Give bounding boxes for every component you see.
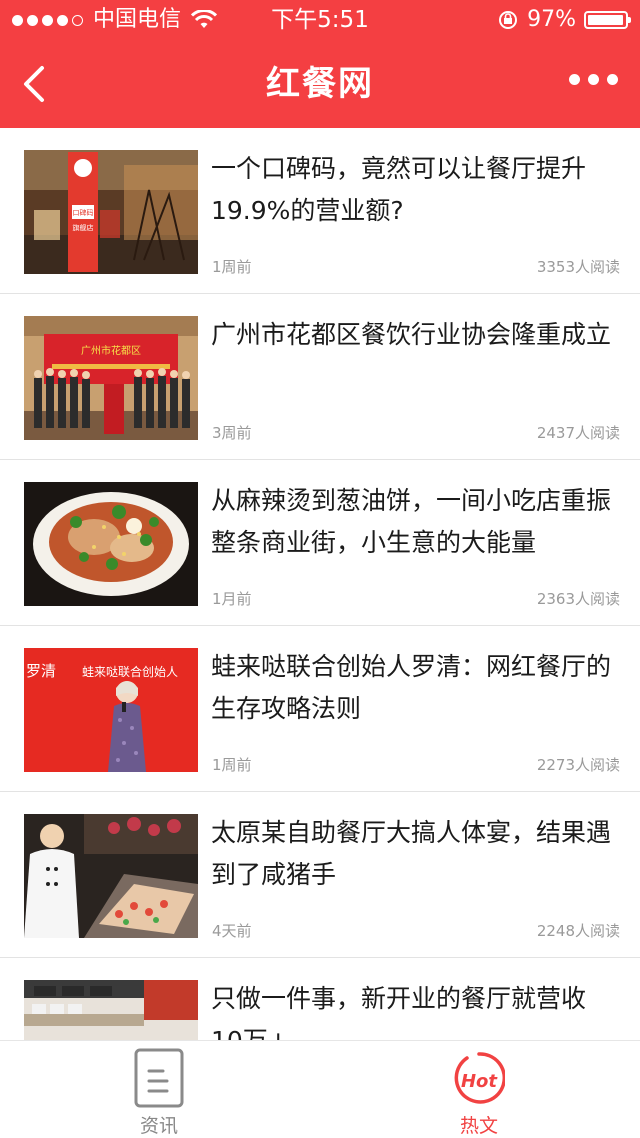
svg-text:旗舰店: 旗舰店 [73,223,94,232]
status-right: 97% [497,0,631,40]
svg-text:罗清: 罗清 [26,662,56,680]
article-read-count: 2273人阅读 [536,756,620,774]
page-title: 红餐网 [266,64,374,104]
article-time: 1月前 [212,590,252,608]
tab-bar: 资讯 Hot 热文 [0,1040,640,1137]
article-item[interactable]: 罗清 蛙来哒联合创始人 蛙来哒联合创始人罗清：网红餐厅的生存攻略法则 1周前 2… [0,626,640,792]
article-title: 太原某自助餐厅大搞人体宴，结果遇到了咸猪手 [211,818,612,889]
hot-icon: Hot [454,1052,505,1104]
article-item[interactable]: 从麻辣烫到葱油饼，一间小吃店重振整条商业街，小生意的大能量 1月前 2363人阅… [0,460,640,626]
tab-news[interactable]: 资讯 [99,1041,219,1137]
svg-text:口碑码: 口碑码 [73,208,94,217]
more-dot [569,74,580,85]
article-read-count: 2248人阅读 [536,922,620,940]
article-thumbnail-storefront: 口碑码 旗舰店 [24,150,198,274]
article-read-count: 2437人阅读 [536,424,620,442]
article-thumbnail-interior [24,980,198,1040]
article-title: 广州市花都区餐饮行业协会隆重成立 [211,320,612,349]
article-read-count: 2363人阅读 [536,590,620,608]
more-dot [607,74,618,85]
article-time: 1周前 [212,258,252,276]
nav-bar: 红餐网 [0,40,640,128]
article-title: 蛙来哒联合创始人罗清：网红餐厅的生存攻略法则 [211,652,612,723]
article-item[interactable]: 广州市花都区 广州市花都区餐饮行业协会隆重成立 3周前 2437人阅读 [0,294,640,460]
svg-text:蛙来哒联合创始人: 蛙来哒联合创始人 [82,664,178,679]
article-read-count: 3353人阅读 [536,258,620,276]
app-header: 中国电信 下午5:51 97% 红餐网 [0,0,640,128]
rotation-lock-icon [499,11,518,29]
battery-icon [584,11,631,29]
article-time: 3周前 [212,424,252,442]
article-thumbnail-noodles [24,482,198,606]
article-item[interactable]: 口碑码 旗舰店 一个口碑码，竟然可以让餐厅提升19.9%的营业额? 1周前 33… [0,128,640,294]
article-item[interactable]: 只做一件事，新开业的餐厅就营收10万+ [0,958,640,1040]
more-dot [588,74,599,85]
article-thumbnail-ceremony: 广州市花都区 [24,316,198,440]
article-thumbnail-speaker: 罗清 蛙来哒联合创始人 [24,648,198,772]
document-icon [134,1048,184,1108]
article-title: 只做一件事，新开业的餐厅就营收10万+ [211,984,587,1040]
article-title: 一个口碑码，竟然可以让餐厅提升19.9%的营业额? [211,154,587,225]
tab-hot[interactable]: Hot 热文 [419,1041,539,1137]
article-thumbnail-buffet [24,814,198,938]
battery-percent: 97% [527,7,576,32]
more-button[interactable] [569,74,618,85]
svg-text:Hot: Hot [461,1071,498,1092]
article-list[interactable]: 口碑码 旗舰店 一个口碑码，竟然可以让餐厅提升19.9%的营业额? 1周前 33… [0,128,640,1040]
article-time: 1周前 [212,756,252,774]
svg-text:广州市花都区: 广州市花都区 [81,344,141,357]
article-title: 从麻辣烫到葱油饼，一间小吃店重振整条商业街，小生意的大能量 [211,486,612,557]
status-bar: 中国电信 下午5:51 97% [0,0,640,40]
article-time: 4天前 [212,922,252,940]
tab-news-label: 资讯 [139,1115,178,1137]
article-item[interactable]: 太原某自助餐厅大搞人体宴，结果遇到了咸猪手 4天前 2248人阅读 [0,792,640,958]
tab-hot-label: 热文 [459,1115,498,1137]
